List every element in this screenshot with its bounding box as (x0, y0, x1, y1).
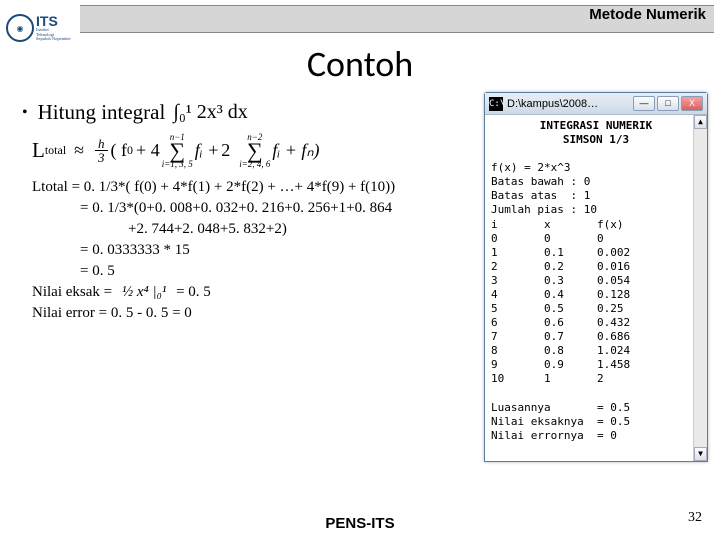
crest-icon: ◉ (6, 14, 34, 42)
scroll-up-icon[interactable]: ▲ (694, 115, 707, 129)
exact-formula: ½ x⁴ |₀¹ (122, 284, 166, 300)
console-scrollbar[interactable]: ▲▼ (693, 115, 707, 461)
simpson-formula: Ltotal ≈ h3 ( f0 + 4 n−1∑i=1, 3, 5 fᵢ + … (32, 133, 468, 169)
calc-line-3: +2. 744+2. 048+5. 832+2) (128, 221, 468, 238)
footer: PENS-ITS (0, 515, 720, 532)
calc-line-2: = 0. 1/3*(0+0. 008+0. 032+0. 216+0. 256+… (80, 200, 468, 217)
slide-content: • Hitung integral ∫₀¹ 2x³ dx Ltotal ≈ h3… (18, 100, 468, 326)
logo-text: ITS (36, 14, 71, 28)
calc-line-7: Nilai error = 0. 5 - 0. 5 = 0 (32, 305, 468, 322)
close-button[interactable]: X (681, 96, 703, 111)
minimize-button[interactable]: — (633, 96, 655, 111)
cmd-icon: C:\ (489, 97, 503, 111)
page-number: 32 (688, 510, 702, 526)
course-name: Metode Numerik (589, 6, 706, 23)
calc-line-4: = 0. 0333333 * 15 (80, 242, 468, 259)
maximize-button[interactable]: □ (657, 96, 679, 111)
calc-line-1: Ltotal = 0. 1/3*( f(0) + 4*f(1) + 2*f(2)… (32, 179, 468, 196)
integral-formula: ∫₀¹ 2x³ dx (173, 101, 247, 124)
scroll-down-icon[interactable]: ▼ (694, 447, 707, 461)
bullet-dot: • (22, 104, 28, 122)
bullet-text: Hitung integral (38, 100, 166, 125)
console-title: D:\kampus\2008… (507, 98, 633, 110)
console-window: C:\ D:\kampus\2008… — □ X INTEGRASI NUME… (484, 92, 708, 462)
console-output: INTEGRASI NUMERIKSIMSON 1/3 f(x) = 2*x^3… (485, 115, 707, 461)
calc-line-5: = 0. 5 (80, 263, 468, 280)
calc-line-6: Nilai eksak = ½ x⁴ |₀¹ = 0. 5 (32, 284, 468, 301)
console-titlebar[interactable]: C:\ D:\kampus\2008… — □ X (485, 93, 707, 115)
slide-title: Contoh (0, 42, 720, 86)
